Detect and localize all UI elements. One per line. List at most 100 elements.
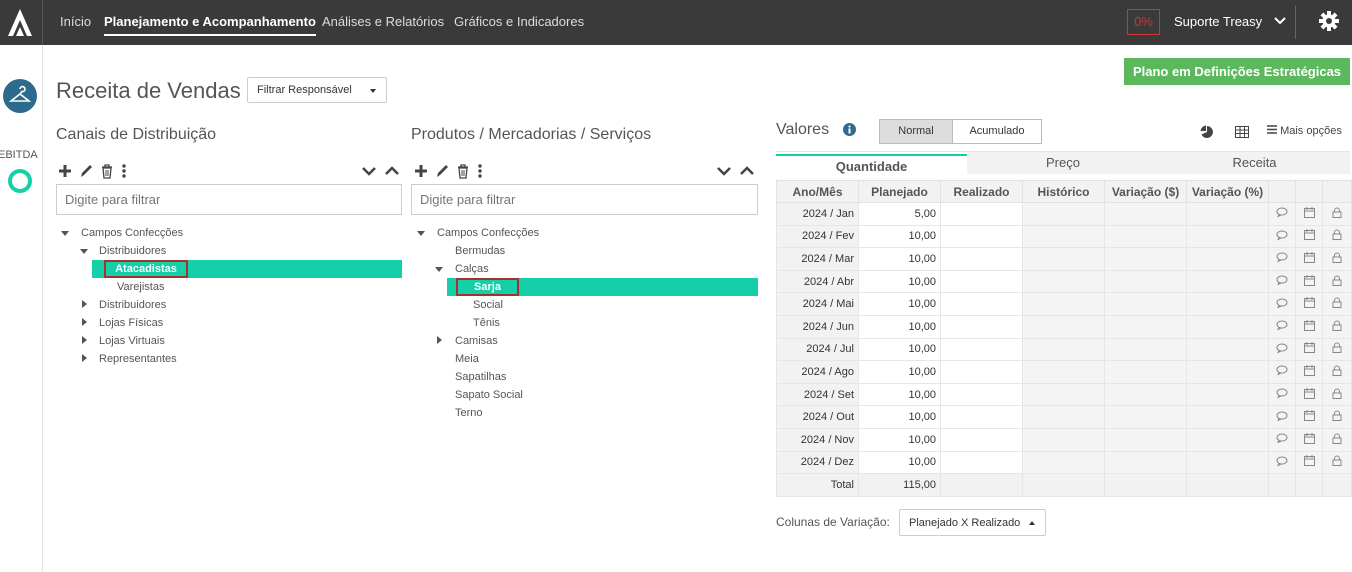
hanger-button[interactable] <box>3 79 37 113</box>
calendar-button[interactable] <box>1295 247 1323 271</box>
calendar-button[interactable] <box>1295 360 1323 384</box>
comment-button[interactable] <box>1268 360 1296 384</box>
row-realized[interactable] <box>940 269 1023 294</box>
tree-node-root[interactable]: Campos Confecções <box>437 227 539 239</box>
tab-preco[interactable]: Preço <box>967 152 1159 174</box>
add-icon[interactable] <box>414 163 428 179</box>
pencil-icon[interactable] <box>435 163 449 179</box>
tree-node-distribuidores[interactable]: Distribuidores <box>99 245 166 257</box>
comment-button[interactable] <box>1268 405 1296 429</box>
row-planned[interactable]: 10,00 <box>858 427 941 452</box>
tree-node-root[interactable]: Campos Confecções <box>81 227 183 239</box>
tree-node-lojas-fisicas[interactable]: Lojas Físicas <box>99 317 163 329</box>
comment-button[interactable] <box>1268 224 1296 249</box>
calendar-button[interactable] <box>1295 292 1323 316</box>
info-icon[interactable] <box>843 123 856 136</box>
row-planned[interactable]: 10,00 <box>858 405 941 429</box>
comment-button[interactable] <box>1268 247 1296 271</box>
row-realized[interactable] <box>940 202 1023 226</box>
row-realized[interactable] <box>940 427 1023 452</box>
comment-button[interactable] <box>1268 292 1296 316</box>
filter-responsible-dropdown[interactable]: Filtrar Responsável <box>247 77 387 103</box>
ebitda-ring-icon[interactable] <box>8 169 32 193</box>
collapsed-caret-icon[interactable] <box>82 336 87 344</box>
tab-receita[interactable]: Receita <box>1159 152 1350 174</box>
lock-button[interactable] <box>1322 314 1352 339</box>
lock-button[interactable] <box>1322 247 1352 271</box>
plan-status-button[interactable]: Plano em Definições Estratégicas <box>1124 58 1350 85</box>
calendar-button[interactable] <box>1295 450 1323 475</box>
col-planejado[interactable]: Planejado <box>858 180 941 203</box>
lock-button[interactable] <box>1322 269 1352 294</box>
tree-node-representantes[interactable]: Representantes <box>99 353 177 365</box>
tree-node-bermudas[interactable]: Bermudas <box>455 245 505 257</box>
row-realized[interactable] <box>940 224 1023 249</box>
comment-button[interactable] <box>1268 450 1296 475</box>
tree-node-tenis[interactable]: Tênis <box>473 317 500 329</box>
row-realized[interactable] <box>940 292 1023 316</box>
row-planned[interactable]: 10,00 <box>858 224 941 249</box>
trash-icon[interactable] <box>100 163 114 179</box>
comment-button[interactable] <box>1268 337 1296 362</box>
row-planned[interactable]: 10,00 <box>858 382 941 407</box>
lock-button[interactable] <box>1322 427 1352 452</box>
col-variacao-pct[interactable]: Variação (%) <box>1186 180 1269 203</box>
col-variacao-valor[interactable]: Variação ($) <box>1104 180 1187 203</box>
tree-node-atacadistas[interactable]: Atacadistas <box>104 260 188 278</box>
row-realized[interactable] <box>940 405 1023 429</box>
calendar-button[interactable] <box>1295 224 1323 249</box>
row-planned[interactable]: 10,00 <box>858 269 941 294</box>
products-filter-input[interactable] <box>411 184 758 215</box>
comment-button[interactable] <box>1268 427 1296 452</box>
tree-node-sapatilhas[interactable]: Sapatilhas <box>455 371 506 383</box>
calendar-button[interactable] <box>1295 337 1323 362</box>
mode-acumulado-button[interactable]: Acumulado <box>952 119 1042 144</box>
comment-button[interactable] <box>1268 314 1296 339</box>
mode-normal-button[interactable]: Normal <box>879 119 953 144</box>
calendar-button[interactable] <box>1295 269 1323 294</box>
row-realized[interactable] <box>940 314 1023 339</box>
row-realized[interactable] <box>940 247 1023 271</box>
collapsed-caret-icon[interactable] <box>82 354 87 362</box>
tree-node-varejistas[interactable]: Varejistas <box>117 281 164 293</box>
tree-node-distribuidores-2[interactable]: Distribuidores <box>99 299 166 311</box>
expand-up-icon[interactable] <box>739 163 755 179</box>
row-planned[interactable]: 10,00 <box>858 292 941 316</box>
expanded-caret-icon[interactable] <box>61 231 69 236</box>
calendar-button[interactable] <box>1295 427 1323 452</box>
collapsed-caret-icon[interactable] <box>82 300 87 308</box>
tree-node-sarja[interactable]: Sarja <box>456 278 519 296</box>
tree-node-calcas[interactable]: Calças <box>455 263 489 275</box>
tree-node-camisas[interactable]: Camisas <box>455 335 498 347</box>
comment-button[interactable] <box>1268 202 1296 226</box>
row-realized[interactable] <box>940 382 1023 407</box>
lock-button[interactable] <box>1322 292 1352 316</box>
app-logo[interactable] <box>0 0 43 45</box>
tab-quantidade[interactable]: Quantidade <box>776 154 967 176</box>
collapse-down-icon[interactable] <box>716 163 732 179</box>
lock-button[interactable] <box>1322 405 1352 429</box>
chevron-down-icon[interactable] <box>1274 14 1286 28</box>
expanded-caret-icon[interactable] <box>80 249 88 254</box>
progress-badge[interactable]: 0% <box>1127 9 1160 35</box>
comment-button[interactable] <box>1268 269 1296 294</box>
row-planned[interactable]: 5,00 <box>858 202 941 226</box>
nav-graficos[interactable]: Gráficos e Indicadores <box>454 14 584 29</box>
calendar-button[interactable] <box>1295 382 1323 407</box>
rail-label-ebitda[interactable]: EBITDA <box>0 149 38 161</box>
expanded-caret-icon[interactable] <box>417 231 425 236</box>
trash-icon[interactable] <box>456 163 470 179</box>
user-menu[interactable]: Suporte Treasy <box>1174 14 1262 29</box>
row-realized[interactable] <box>940 337 1023 362</box>
channels-filter-input[interactable] <box>56 184 402 215</box>
nav-planejamento[interactable]: Planejamento e Acompanhamento <box>104 14 316 36</box>
expand-up-icon[interactable] <box>384 163 400 179</box>
tree-node-lojas-virtuais[interactable]: Lojas Virtuais <box>99 335 165 347</box>
variation-dropdown[interactable]: Planejado X Realizado <box>899 509 1046 536</box>
row-planned[interactable]: 10,00 <box>858 360 941 384</box>
col-historico[interactable]: Histórico <box>1022 180 1105 203</box>
pie-chart-icon[interactable] <box>1200 125 1214 139</box>
lock-button[interactable] <box>1322 202 1352 226</box>
comment-button[interactable] <box>1268 382 1296 407</box>
collapse-down-icon[interactable] <box>361 163 377 179</box>
